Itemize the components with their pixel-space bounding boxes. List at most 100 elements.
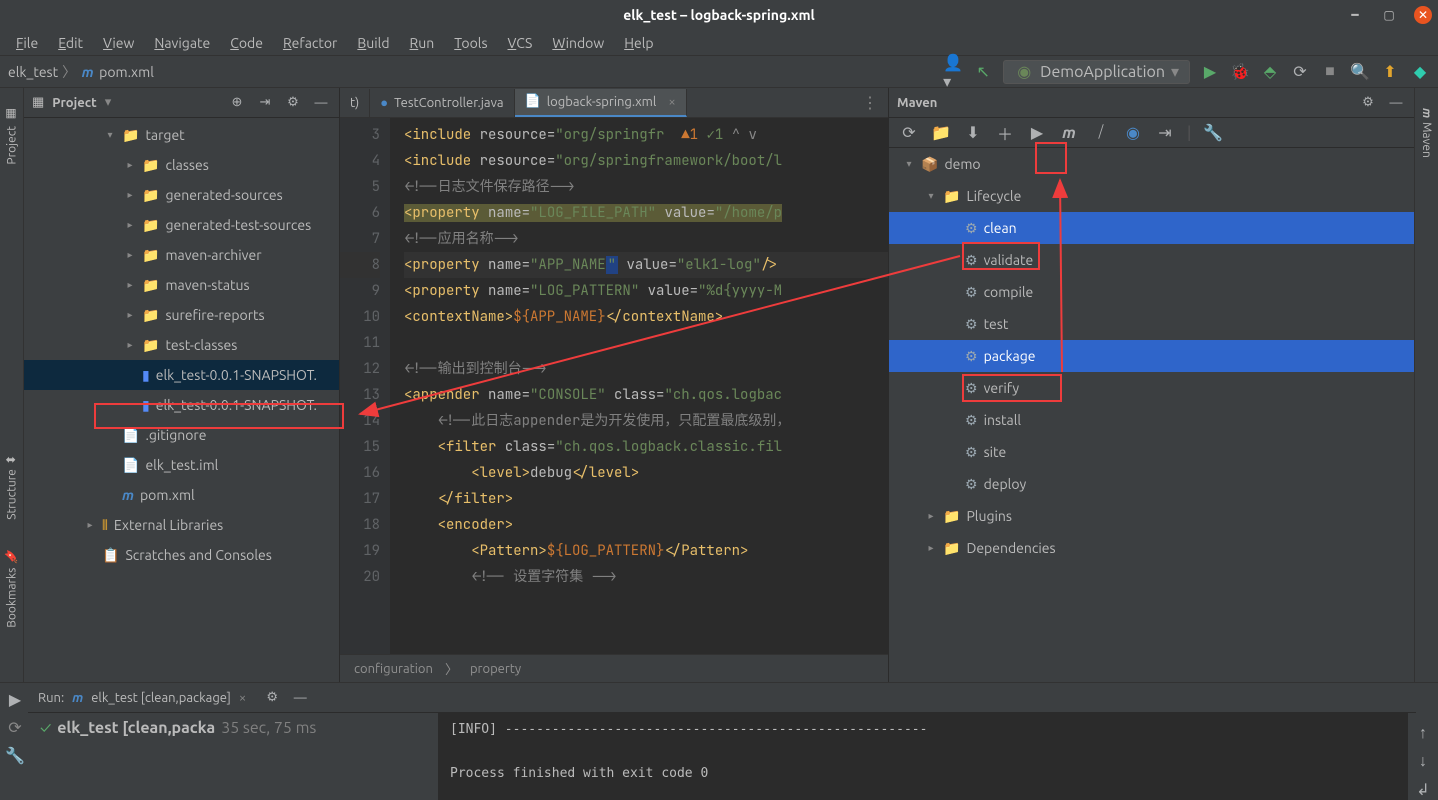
run-icon[interactable]: ▶ [1200, 62, 1220, 82]
ide-icon[interactable]: ◆ [1410, 62, 1430, 82]
reimport-icon[interactable]: ◉ [1123, 123, 1143, 143]
tree-item[interactable]: ▸📁maven-status [24, 270, 339, 300]
tree-item[interactable]: ▮elk_test-0.0.1-SNAPSHOT. [24, 360, 339, 390]
maven-tree-item[interactable]: ▸📁 Plugins [889, 500, 1414, 532]
generate-icon[interactable]: 📁 [931, 123, 951, 143]
maven-tree-item[interactable]: ⚙ verify [889, 372, 1414, 404]
tree-item[interactable]: ▸📁surefire-reports [24, 300, 339, 330]
maven-tree-item[interactable]: ⚙ compile [889, 276, 1414, 308]
more-tabs-icon[interactable]: ⋮ [852, 93, 888, 112]
rerun-icon[interactable]: ▶ [5, 689, 25, 709]
stop-run-icon[interactable]: ⟳ [5, 717, 25, 737]
maven-tree-item[interactable]: ⚙ test [889, 308, 1414, 340]
coverage-icon[interactable]: ⬘ [1260, 62, 1280, 82]
breadcrumb-root[interactable]: elk_test [8, 64, 58, 80]
maven-tree-item[interactable]: ▾📦 demo [889, 148, 1414, 180]
build-hammer-icon[interactable]: ↖ [973, 62, 993, 82]
tree-item[interactable]: ▸⫴External Libraries [24, 510, 339, 540]
tree-item[interactable]: ▸📁test-classes [24, 330, 339, 360]
structure-tab[interactable]: Structure ⬍ [5, 455, 19, 530]
tree-item[interactable]: ▸📁maven-archiver [24, 240, 339, 270]
editor-tab[interactable]: ● TestController.java [370, 89, 514, 117]
sync-icon[interactable]: ⬆ [1380, 62, 1400, 82]
wrench-icon[interactable]: 🔧 [1203, 123, 1223, 143]
tree-item[interactable]: ▾📁target [24, 120, 339, 150]
tree-item[interactable]: ▸📁classes [24, 150, 339, 180]
collapse-icon[interactable]: ⇥ [255, 93, 275, 113]
maven-tree-item[interactable]: ⚙ clean [889, 212, 1414, 244]
run-config-selector[interactable]: ◉ DemoApplication ▾ [1003, 60, 1190, 84]
maximize-btn[interactable]: ▢ [1380, 6, 1398, 24]
run-hide-icon[interactable]: — [290, 688, 310, 708]
close-btn[interactable]: ✕ [1414, 6, 1432, 24]
maven-file-icon: m [80, 64, 95, 79]
down-icon[interactable]: ↓ [1413, 751, 1433, 771]
bc-item[interactable]: property [470, 662, 521, 676]
run-task[interactable]: ✓ elk_test [clean,packa 35 sec, 75 ms [30, 713, 438, 743]
wrench-run-icon[interactable]: 🔧 [5, 745, 25, 765]
tree-item[interactable]: mpom.xml [24, 480, 339, 510]
hide-icon[interactable]: — [311, 93, 331, 113]
user-icon[interactable]: 👤▾ [943, 62, 963, 82]
soft-wrap-icon[interactable]: ↲ [1413, 779, 1433, 799]
target-icon[interactable]: ⊕ [227, 93, 247, 113]
bc-item[interactable]: configuration [354, 662, 433, 676]
menu-refactor[interactable]: Refactor [275, 33, 345, 53]
tree-item[interactable]: 📄elk_test.iml [24, 450, 339, 480]
menu-help[interactable]: Help [616, 33, 661, 53]
tree-item[interactable]: ▮elk_test-0.0.1-SNAPSHOT. [24, 390, 339, 420]
maven-tree-item[interactable]: ⚙ deploy [889, 468, 1414, 500]
editor-tab[interactable]: t) [340, 89, 370, 117]
maven-tab[interactable]: m Maven [1420, 108, 1433, 158]
add-icon[interactable]: ＋ [995, 123, 1015, 143]
menu-code[interactable]: Code [222, 33, 271, 53]
menu-tools[interactable]: Tools [446, 33, 495, 53]
menu-file[interactable]: File [8, 33, 46, 53]
maven-hide-icon[interactable]: — [1386, 93, 1406, 113]
minimize-btn[interactable]: ━ [1346, 6, 1364, 24]
project-tree[interactable]: ▾📁target▸📁classes▸📁generated-sources▸📁ge… [24, 118, 339, 682]
maven-tree-item[interactable]: ⚙ install [889, 404, 1414, 436]
run-label: Run: [38, 691, 64, 705]
run-tab[interactable]: elk_test [clean,package] [91, 691, 231, 705]
menu-vcs[interactable]: VCS [500, 33, 541, 53]
run-maven-icon[interactable]: ▶ [1027, 123, 1047, 143]
tree-item[interactable]: ▸📁generated-sources [24, 180, 339, 210]
tree-item[interactable]: 📄.gitignore [24, 420, 339, 450]
menu-edit[interactable]: Edit [50, 33, 91, 53]
skip-tests-icon[interactable]: ⧸ [1091, 123, 1111, 143]
reload-icon[interactable]: ⟳ [899, 123, 919, 143]
tree-item[interactable]: ▸📁generated-test-sources [24, 210, 339, 240]
close-tab-icon[interactable]: × [239, 691, 246, 705]
maven-settings-icon[interactable]: ⚙ [1358, 93, 1378, 113]
search-icon[interactable]: 🔍 [1350, 62, 1370, 82]
bookmarks-tab[interactable]: Bookmarks 🔖 [5, 549, 19, 638]
settings-icon[interactable]: ⚙ [283, 93, 303, 113]
profile-icon[interactable]: ⟳ [1290, 62, 1310, 82]
menu-window[interactable]: Window [544, 33, 612, 53]
breadcrumb-file[interactable]: pom.xml [99, 64, 154, 80]
editor-tab[interactable]: 📄 logback-spring.xml × [515, 89, 687, 117]
menu-view[interactable]: View [95, 33, 142, 53]
maven-tree-item[interactable]: ⚙ validate [889, 244, 1414, 276]
maven-tree-item[interactable]: ⚙ site [889, 436, 1414, 468]
menu-run[interactable]: Run [402, 33, 443, 53]
maven-tree-item[interactable]: ▾📁 Lifecycle [889, 180, 1414, 212]
maven-tree-item[interactable]: ▸📁 Dependencies [889, 532, 1414, 564]
download-icon[interactable]: ⬇ [963, 123, 983, 143]
collapse-all-icon[interactable]: ⇥ [1155, 123, 1175, 143]
maven-tree[interactable]: ▾📦 demo▾📁 Lifecycle⚙ clean⚙ validate⚙ co… [889, 148, 1414, 682]
project-tab[interactable]: Project ▦ [5, 108, 19, 175]
editor-body[interactable]: 34567891011121314151617181920 <include r… [340, 118, 888, 654]
run-task-time: 35 sec, 75 ms [221, 719, 316, 737]
menu-navigate[interactable]: Navigate [146, 33, 218, 53]
m-icon[interactable]: m [1059, 123, 1079, 143]
debug-icon[interactable]: 🐞 [1230, 62, 1250, 82]
stop-icon[interactable]: ■ [1320, 62, 1340, 82]
tree-item[interactable]: 📋Scratches and Consoles [24, 540, 339, 570]
maven-tree-item[interactable]: ⚙ package [889, 340, 1414, 372]
up-icon[interactable]: ↑ [1413, 723, 1433, 743]
run-settings-icon[interactable]: ⚙ [262, 688, 282, 708]
menu-build[interactable]: Build [349, 33, 397, 53]
code-area[interactable]: <include resource="org/springfr ▲1 ✓1 ^ … [390, 118, 888, 654]
